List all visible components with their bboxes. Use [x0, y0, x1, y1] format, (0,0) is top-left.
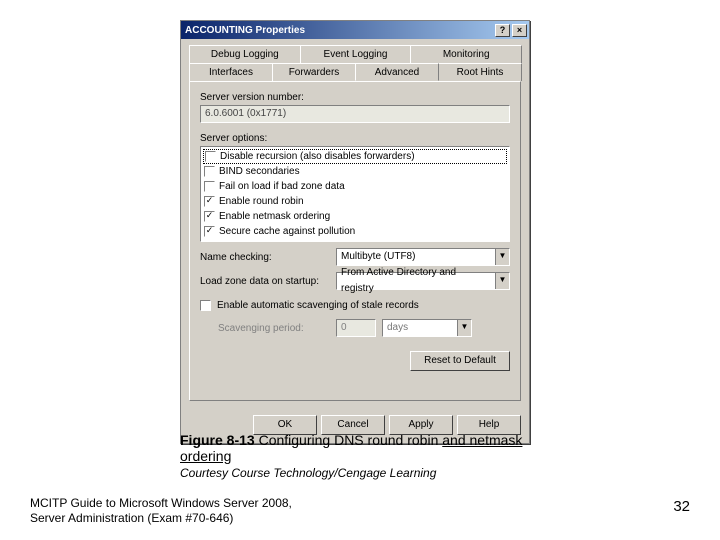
- titlebar[interactable]: ACCOUNTING Properties ? ×: [181, 21, 529, 39]
- combo-value: Multibyte (UTF8): [337, 249, 495, 265]
- close-button[interactable]: ×: [512, 24, 527, 37]
- option-label: Fail on load if bad zone data: [219, 181, 345, 192]
- figure-number: Figure 8-13: [180, 432, 255, 448]
- option-label: Enable netmask ordering: [219, 211, 330, 222]
- chevron-down-icon[interactable]: ▼: [495, 273, 509, 289]
- combo-value: days: [383, 320, 457, 336]
- load-zone-label: Load zone data on startup:: [200, 276, 330, 287]
- checkbox-icon[interactable]: [204, 211, 215, 222]
- checkbox-icon[interactable]: [204, 196, 215, 207]
- scavenging-period-label: Scavenging period:: [218, 323, 330, 334]
- tab-interfaces[interactable]: Interfaces: [189, 63, 273, 81]
- option-fail-on-load[interactable]: Fail on load if bad zone data: [203, 179, 507, 194]
- option-bind-secondaries[interactable]: BIND secondaries: [203, 164, 507, 179]
- checkbox-icon[interactable]: [205, 151, 216, 162]
- server-options-label: Server options:: [200, 133, 510, 144]
- tab-strip: Debug Logging Event Logging Monitoring I…: [189, 45, 521, 81]
- footer-line-2: Server Administration (Exam #70-646): [30, 511, 292, 526]
- option-label: Enable round robin: [219, 196, 304, 207]
- window-title: ACCOUNTING Properties: [185, 25, 305, 36]
- server-options-list[interactable]: Disable recursion (also disables forward…: [200, 146, 510, 242]
- option-secure-cache[interactable]: Secure cache against pollution: [203, 224, 507, 239]
- server-version-label: Server version number:: [200, 92, 510, 103]
- footer-line-1: MCITP Guide to Microsoft Windows Server …: [30, 496, 292, 511]
- slide-footer: MCITP Guide to Microsoft Windows Server …: [30, 496, 292, 526]
- tab-forwarders[interactable]: Forwarders: [272, 63, 356, 81]
- reset-to-default-button[interactable]: Reset to Default: [410, 351, 510, 371]
- option-label: Disable recursion (also disables forward…: [220, 151, 415, 162]
- checkbox-icon[interactable]: [204, 166, 215, 177]
- advanced-tab-panel: Server version number: 6.0.6001 (0x1771)…: [189, 81, 521, 401]
- checkbox-icon[interactable]: [204, 226, 215, 237]
- tab-event-logging[interactable]: Event Logging: [300, 45, 412, 63]
- tab-monitoring[interactable]: Monitoring: [410, 45, 522, 63]
- option-disable-recursion[interactable]: Disable recursion (also disables forward…: [203, 149, 507, 164]
- figure-courtesy: Courtesy Course Technology/Cengage Learn…: [180, 466, 540, 480]
- tab-advanced[interactable]: Advanced: [355, 63, 439, 81]
- checkbox-icon[interactable]: [204, 181, 215, 192]
- server-version-value: 6.0.6001 (0x1771): [200, 105, 510, 123]
- load-zone-combo[interactable]: From Active Directory and registry ▼: [336, 272, 510, 290]
- help-button[interactable]: ?: [495, 24, 510, 37]
- name-checking-combo[interactable]: Multibyte (UTF8) ▼: [336, 248, 510, 266]
- name-checking-label: Name checking:: [200, 252, 330, 263]
- option-label: BIND secondaries: [219, 166, 300, 177]
- option-enable-round-robin[interactable]: Enable round robin: [203, 194, 507, 209]
- page-number: 32: [673, 498, 690, 515]
- combo-value: From Active Directory and registry: [337, 265, 495, 297]
- chevron-down-icon: ▼: [457, 320, 471, 336]
- chevron-down-icon[interactable]: ▼: [495, 249, 509, 265]
- option-label: Secure cache against pollution: [219, 226, 355, 237]
- scavenging-unit-combo: days ▼: [382, 319, 472, 337]
- option-enable-netmask-ordering[interactable]: Enable netmask ordering: [203, 209, 507, 224]
- scavenging-checkbox[interactable]: [200, 300, 211, 311]
- figure-caption: Figure 8-13 Configuring DNS round robin …: [180, 432, 540, 480]
- tab-root-hints[interactable]: Root Hints: [438, 63, 522, 81]
- tab-debug-logging[interactable]: Debug Logging: [189, 45, 301, 63]
- accounting-properties-dialog: ACCOUNTING Properties ? × Debug Logging …: [180, 20, 530, 444]
- scavenging-value[interactable]: 0: [336, 319, 376, 337]
- scavenging-checkbox-label: Enable automatic scavenging of stale rec…: [217, 300, 419, 311]
